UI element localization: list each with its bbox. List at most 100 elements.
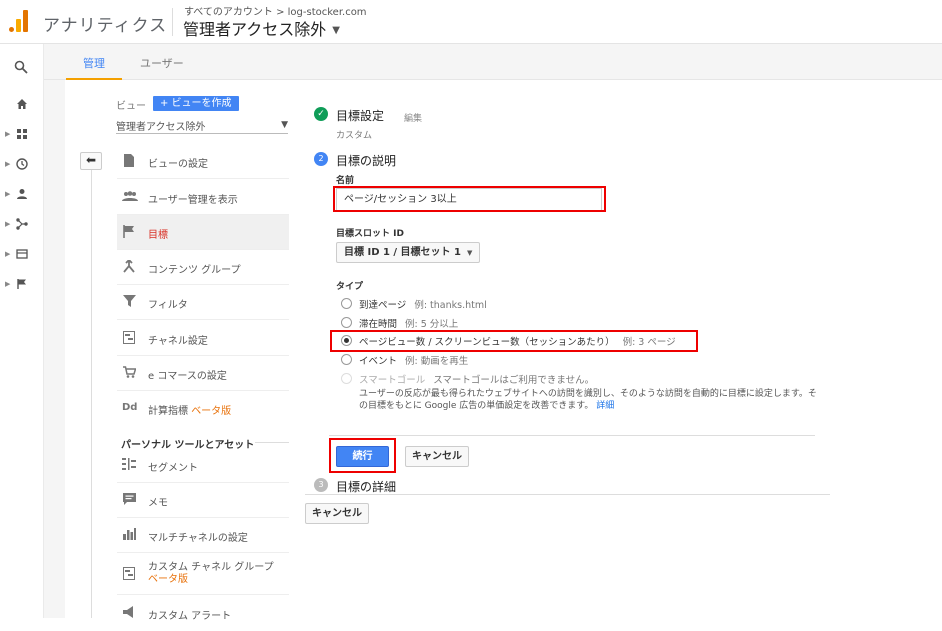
menu-item-label: コンテンツ グループ	[148, 265, 241, 276]
menu-item-user-management[interactable]: ユーザー管理を表示	[117, 180, 289, 215]
smart-goal-note: ユーザーの反応が最も得られたウェブサイトへの訪問を識別し、そのような訪問を自動的…	[359, 388, 819, 412]
menu-item-label: 目標	[148, 230, 168, 241]
view-column: ビュー + ビューを作成 管理者アクセス除外 ▼ ⬅ ビューの設定 ユーザー管理…	[65, 80, 305, 622]
step1-subtitle: カスタム	[336, 131, 373, 141]
type-label: 到達ページ	[359, 300, 407, 311]
section-rule	[255, 442, 289, 443]
menu-item-label: 計算指標	[148, 406, 188, 417]
menu-item-multichannel[interactable]: マルチチャネルの設定	[117, 518, 289, 553]
goal-setup-panel: ✓ 目標設定 編集 カスタム 2 目標の説明 名前 ページ/セッション 3以上 …	[305, 80, 942, 618]
menu-item-label: ユーザー管理を表示	[148, 195, 238, 206]
view-selector[interactable]: 管理者アクセス除外 ▼	[183, 16, 340, 40]
tab-admin[interactable]: 管理	[83, 55, 105, 71]
users-icon	[122, 190, 138, 204]
customization-icon[interactable]: ▶	[0, 127, 44, 147]
radio-button[interactable]	[341, 354, 352, 365]
menu-item-channel-settings[interactable]: チャネル設定	[117, 321, 289, 356]
document-icon	[122, 154, 136, 168]
acquisition-icon[interactable]: ▶	[0, 217, 44, 237]
type-example: 例: 5 分以上	[405, 319, 459, 330]
menu-item-annotations[interactable]: メモ	[117, 483, 289, 518]
conversions-icon[interactable]: ▶	[0, 277, 44, 297]
menu-item-ecommerce[interactable]: e コマースの設定	[117, 356, 289, 391]
tab-user[interactable]: ユーザー	[140, 55, 184, 71]
check-icon: ✓	[314, 107, 328, 121]
radio-text: イベント 例: 動画を再生	[359, 353, 468, 367]
menu-item-label: e コマースの設定	[148, 371, 227, 382]
menu-item-filters[interactable]: フィルタ	[117, 285, 289, 320]
column-gutter	[44, 80, 65, 618]
app-header: アナリティクス すべてのアカウント > log-stocker.com 管理者ア…	[0, 0, 942, 44]
admin-tab-bar: 管理 ユーザー	[44, 44, 942, 80]
selected-view: 管理者アクセス除外	[116, 122, 206, 133]
menu-item-goals[interactable]: 目標	[117, 215, 289, 250]
bar-chart-icon	[122, 528, 136, 542]
radio-text: 滞在時間 例: 5 分以上	[359, 316, 458, 330]
menu-item-label: セグメント	[148, 463, 198, 474]
audience-icon[interactable]: ▶	[0, 187, 44, 207]
name-label: 名前	[336, 176, 355, 186]
caret-down-icon: ▼	[332, 25, 340, 36]
behavior-icon[interactable]: ▶	[0, 247, 44, 267]
type-example: スマートゴールはご利用できません。	[433, 375, 595, 386]
view-column-label: ビュー	[116, 101, 146, 112]
cart-icon	[122, 366, 137, 380]
create-view-button[interactable]: + ビューを作成	[153, 96, 239, 111]
menu-item-label: カスタム チャネル グループ	[148, 562, 274, 573]
details-link[interactable]: 詳細	[596, 401, 614, 411]
divider	[305, 494, 830, 495]
type-example: 例: thanks.html	[414, 300, 487, 311]
menu-item-custom-alerts[interactable]: カスタム アラート	[117, 596, 289, 631]
channel-icon	[122, 331, 136, 345]
beta-badge: ベータ版	[148, 574, 188, 585]
menu-item-label: チャネル設定	[148, 336, 208, 347]
menu-item-label: フィルタ	[148, 300, 188, 311]
menu-item-view-settings[interactable]: ビューの設定	[117, 144, 289, 179]
view-dropdown[interactable]: 管理者アクセス除外 ▼	[116, 118, 288, 134]
step3-number: 3	[314, 478, 328, 492]
divider	[329, 435, 815, 436]
type-label: スマートゴール	[359, 375, 426, 386]
menu-item-content-grouping[interactable]: コンテンツ グループ	[117, 250, 289, 285]
step2-number: 2	[314, 152, 328, 166]
slot-value: 目標 ID 1 / 目標セット 1	[344, 247, 461, 258]
menu-item-label: ビューの設定	[148, 159, 208, 170]
type-example: 例: 動画を再生	[405, 356, 469, 367]
column-divider	[91, 170, 92, 618]
type-label: 滞在時間	[359, 319, 398, 330]
caret-down-icon: ▼	[281, 120, 288, 130]
home-icon[interactable]	[0, 97, 44, 117]
slot-label: 目標スロット ID	[336, 229, 404, 239]
menu-item-calculated-metrics[interactable]: Dd 計算指標 ベータ版	[117, 391, 289, 426]
cancel-button[interactable]: キャンセル	[405, 446, 469, 467]
menu-item-text: カスタム チャネル グループ ベータ版	[148, 562, 274, 586]
step2-title: 目標の説明	[336, 154, 397, 168]
smart-goal-note-text: ユーザーの反応が最も得られたウェブサイトへの訪問を識別し、そのような訪問を自動的…	[359, 389, 817, 411]
filter-icon	[122, 295, 136, 309]
radio-button[interactable]	[341, 298, 352, 309]
radio-button-disabled	[341, 373, 352, 384]
annotation-icon	[122, 493, 136, 507]
view-name: 管理者アクセス除外	[183, 20, 327, 39]
menu-item-label: メモ	[148, 498, 168, 509]
bottom-cancel-button[interactable]: キャンセル	[305, 503, 369, 524]
back-arrow-icon[interactable]: ⬅	[80, 152, 102, 170]
menu-item-segments[interactable]: セグメント	[117, 448, 289, 483]
analytics-logo-icon[interactable]	[9, 10, 29, 32]
highlight-box	[329, 438, 396, 473]
segment-icon	[122, 458, 136, 472]
content-grouping-icon	[122, 258, 136, 274]
highlight-box	[330, 330, 698, 352]
header-divider	[172, 8, 173, 36]
app-title: アナリティクス	[43, 16, 168, 36]
search-icon[interactable]	[0, 60, 44, 80]
menu-item-custom-channel-grouping[interactable]: カスタム チャネル グループ ベータ版	[117, 553, 289, 595]
step3-title: 目標の詳細	[336, 480, 397, 494]
menu-item-label: カスタム アラート	[148, 611, 232, 622]
flag-icon	[122, 225, 136, 239]
radio-button[interactable]	[341, 317, 352, 328]
edit-link[interactable]: 編集	[404, 111, 422, 124]
goal-slot-dropdown[interactable]: 目標 ID 1 / 目標セット 1 ▼	[336, 242, 481, 263]
realtime-icon[interactable]: ▶	[0, 157, 44, 177]
radio-text: スマートゴール スマートゴールはご利用できません。	[359, 372, 594, 386]
